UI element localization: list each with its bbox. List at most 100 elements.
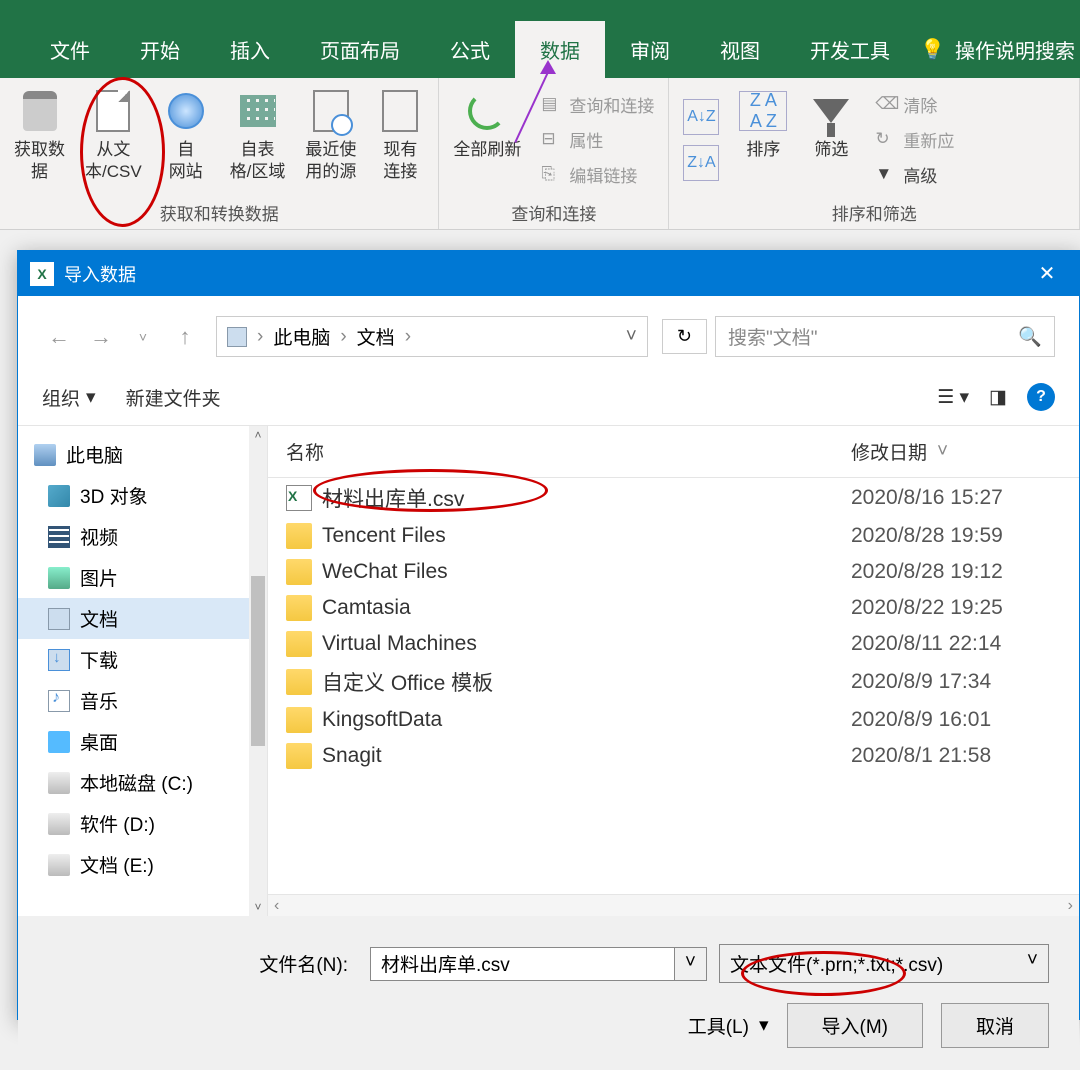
list-h-scrollbar[interactable]: ‹ › [268, 894, 1079, 916]
tree-item-label: 此电脑 [66, 441, 123, 468]
refresh-button[interactable]: ↻ [662, 319, 707, 354]
chain-icon [382, 90, 418, 132]
ti-disk-icon [48, 854, 70, 876]
tree-scrollbar[interactable]: ˄ ˅ [249, 426, 267, 916]
tree-item[interactable]: 视频 [18, 516, 267, 557]
col-name-header[interactable]: 名称 [286, 438, 851, 465]
properties-button[interactable]: ⊟ 属性 [535, 123, 660, 156]
file-name: 材料出库单.csv [322, 483, 851, 513]
file-row[interactable]: Virtual Machines2020/8/11 22:14 [268, 626, 1079, 662]
tree-item[interactable]: 此电脑 [18, 434, 267, 475]
from-range-button[interactable]: 自表 格/区域 [224, 83, 292, 196]
sort-desc-button[interactable]: Z↓A [677, 141, 725, 185]
view-mode-button[interactable]: ☰ ▾ [937, 386, 969, 409]
folder-tree[interactable]: ˄ ˅ 此电脑 3D 对象视频图片文档下载音乐桌面本地磁盘 (C:) 软件 (D:)… [18, 426, 268, 916]
hscroll-right[interactable]: › [1062, 897, 1079, 915]
tab-formula[interactable]: 公式 [425, 21, 515, 78]
advanced-filter-button[interactable]: ▼ 高级 [869, 158, 960, 191]
file-name-dropdown[interactable]: ˅ [674, 948, 706, 980]
file-type-select[interactable]: 文本文件(*.prn;*.txt;*.csv) ˅ [719, 944, 1049, 983]
file-row[interactable]: Snagit2020/8/1 21:58 [268, 738, 1079, 774]
tab-insert[interactable]: 插入 [205, 21, 295, 78]
tab-file[interactable]: 文件 [25, 21, 115, 78]
file-row[interactable]: Camtasia2020/8/22 19:25 [268, 590, 1079, 626]
forward-button[interactable]: → [84, 320, 118, 354]
tree-item-label: 本地磁盘 (C:) [80, 769, 193, 796]
tab-layout[interactable]: 页面布局 [295, 21, 425, 78]
tree-scroll-thumb[interactable] [251, 576, 265, 746]
tree-item[interactable]: 本地磁盘 (C:) [18, 762, 267, 803]
tree-item[interactable]: 下载 [18, 639, 267, 680]
history-dropdown[interactable]: ˅ [126, 320, 160, 354]
cancel-button[interactable]: 取消 [941, 1003, 1049, 1048]
crumb-root[interactable]: 此电脑 [273, 323, 330, 350]
tools-dropdown[interactable]: 工具(L) ▾ [688, 1012, 769, 1039]
tree-item[interactable]: 软件 (D:) [18, 803, 267, 844]
breadcrumb[interactable]: › 此电脑 › 文档 › ˅ [216, 316, 648, 357]
tree-item[interactable]: 文档 [18, 598, 267, 639]
preview-pane-button[interactable]: ◨ [989, 386, 1007, 409]
tab-view[interactable]: 视图 [695, 21, 785, 78]
tab-data[interactable]: 数据 [515, 21, 605, 78]
get-data-button[interactable]: 获取数 据 [8, 83, 71, 196]
col-date-header[interactable]: 修改日期 ˅ [851, 438, 1061, 465]
crumb-sep3: › [405, 326, 411, 348]
file-row[interactable]: 材料出库单.csv2020/8/16 15:27 [268, 478, 1079, 518]
doc-icon [227, 327, 247, 347]
tell-me-search[interactable]: 💡 操作说明搜索 [920, 35, 1080, 64]
properties-label: 属性 [569, 127, 603, 152]
folder-icon [286, 669, 312, 695]
tree-item[interactable]: 3D 对象 [18, 475, 267, 516]
crumb-dropdown-icon[interactable]: ˅ [626, 326, 637, 348]
tree-item[interactable]: 文档 (E:) [18, 844, 267, 885]
file-row[interactable]: KingsoftData2020/8/9 16:01 [268, 702, 1079, 738]
reapply-button[interactable]: ↻ 重新应 [869, 123, 960, 156]
file-date: 2020/8/11 22:14 [851, 632, 1061, 656]
tree-item[interactable]: 图片 [18, 557, 267, 598]
file-date: 2020/8/22 19:25 [851, 596, 1061, 620]
file-row[interactable]: WeChat Files2020/8/28 19:12 [268, 554, 1079, 590]
advanced-label: 高级 [903, 162, 937, 187]
hscroll-left[interactable]: ‹ [268, 897, 285, 915]
refresh-icon [468, 92, 506, 130]
help-button[interactable]: ? [1027, 383, 1055, 411]
search-input[interactable]: 搜索"文档" 🔍 [715, 316, 1055, 357]
tab-dev[interactable]: 开发工具 [785, 21, 915, 78]
tab-review[interactable]: 审阅 [605, 21, 695, 78]
import-button[interactable]: 导入(M) [787, 1003, 923, 1048]
tree-scroll-down[interactable]: ˅ [249, 898, 267, 916]
tree-scroll-up[interactable]: ˄ [249, 426, 267, 444]
filter-label: 筛选 [814, 139, 848, 161]
edit-links-button[interactable]: ⎘ 编辑链接 [535, 158, 660, 191]
from-web-button[interactable]: 自 网站 [156, 83, 216, 196]
csv-file-icon [286, 485, 312, 511]
file-row[interactable]: Tencent Files2020/8/28 19:59 [268, 518, 1079, 554]
sort-asc-button[interactable]: A↓Z [677, 95, 725, 139]
clear-filter-button[interactable]: ⌫ 清除 [869, 88, 960, 121]
toolbar: 组织 ▾ 新建文件夹 ☰ ▾ ◨ ? [18, 369, 1079, 426]
ti-pic-icon [48, 567, 70, 589]
chevron-down-icon: ▾ [86, 386, 96, 409]
new-folder-button[interactable]: 新建文件夹 [126, 384, 221, 411]
filter-button[interactable]: 筛选 [801, 83, 861, 196]
dialog-titlebar[interactable]: X 导入数据 ✕ [18, 251, 1079, 296]
back-button[interactable]: ← [42, 320, 76, 354]
existing-connections-button[interactable]: 现有 连接 [370, 83, 430, 196]
queries-connections-button[interactable]: ▤ 查询和连接 [535, 88, 660, 121]
organize-dropdown[interactable]: 组织 ▾ [42, 384, 96, 411]
sort-label: 排序 [746, 139, 780, 161]
tree-item[interactable]: 音乐 [18, 680, 267, 721]
sort-dialog-button[interactable]: Z AA Z 排序 [733, 83, 793, 196]
crumb-current[interactable]: 文档 [357, 323, 395, 350]
tab-home[interactable]: 开始 [115, 21, 205, 78]
grid-icon [240, 95, 276, 127]
up-button[interactable]: ↑ [168, 320, 202, 354]
close-button[interactable]: ✕ [1027, 261, 1067, 286]
recent-sources-button[interactable]: 最近使 用的源 [299, 83, 362, 196]
tree-item[interactable]: 桌面 [18, 721, 267, 762]
file-name-input[interactable] [371, 948, 674, 980]
file-row[interactable]: 自定义 Office 模板2020/8/9 17:34 [268, 662, 1079, 702]
col-date-label: 修改日期 [851, 438, 927, 465]
tree-item-label: 视频 [80, 523, 118, 550]
from-text-csv-button[interactable]: 从文 本/CSV [79, 83, 148, 196]
